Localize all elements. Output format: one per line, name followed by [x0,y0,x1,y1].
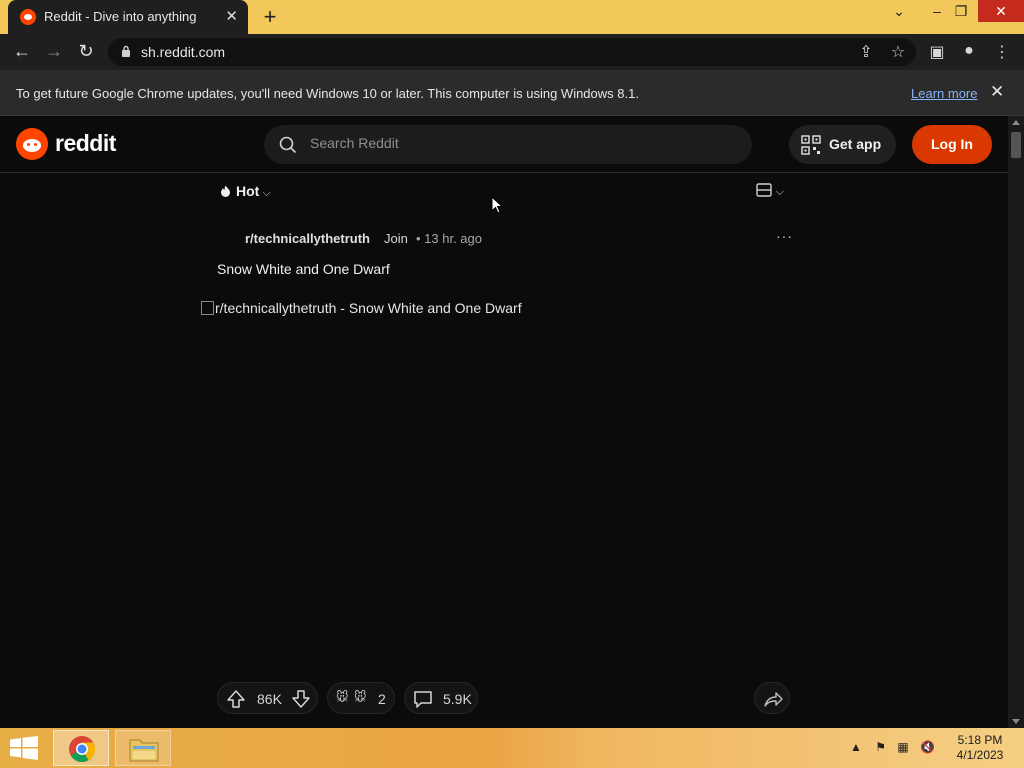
post-title[interactable]: Snow White and One Dwarf [217,261,390,277]
awards-button[interactable]: 🐭 🐭 2 [327,682,395,714]
post-image[interactable]: r/technicallythetruth - Snow White and O… [201,300,522,316]
profile-icon[interactable]: ● [958,42,980,60]
view-layout-dropdown[interactable]: ⌵ [756,183,784,199]
more-options-icon[interactable]: ··· [776,228,793,244]
scrollbar-thumb[interactable] [1011,132,1021,158]
login-button[interactable]: Log In [912,125,992,164]
update-infobar: To get future Google Chrome updates, you… [0,70,1024,116]
post-timestamp: • 13 hr. ago [416,231,482,246]
reddit-wordmark[interactable]: reddit [55,130,116,157]
get-app-button[interactable]: Get app [789,125,896,164]
upvote-count: 86K [257,691,282,707]
upvote-icon[interactable] [226,689,246,709]
taskbar-clock[interactable]: 5:18 PM 4/1/2023 [950,733,1010,763]
qr-code-icon [801,135,821,155]
vote-bar: 86K [217,682,318,714]
action-center-flag-icon[interactable]: ⚑ [875,740,886,754]
award-count: 2 [378,691,386,707]
get-app-label: Get app [829,136,882,152]
reddit-logo-icon[interactable] [16,128,48,160]
sort-label: Hot [236,183,260,199]
award-icon: 🐭 [354,690,367,704]
share-page-icon[interactable]: ⇪ [855,42,877,62]
lock-icon [122,45,130,57]
reddit-header: reddit Get app Log In [0,116,1008,173]
comment-count: 5.9K [443,691,472,707]
search-input[interactable] [310,135,730,151]
tab-close-icon[interactable]: ✕ [225,7,238,25]
new-tab-button[interactable]: + [259,4,281,30]
downvote-icon[interactable] [291,689,311,709]
bookmark-star-icon[interactable]: ☆ [887,42,909,62]
subreddit-link[interactable]: r/technicallythetruth [245,231,370,246]
comments-button[interactable]: 5.9K [404,682,478,714]
chrome-logo-icon [69,736,96,763]
clock-date: 4/1/2023 [956,748,1004,762]
learn-more-link[interactable]: Learn more [911,86,977,101]
back-arrow-icon[interactable]: ← [10,41,34,62]
search-icon [279,136,297,154]
restore-button[interactable]: ❐ [946,3,976,20]
search-bar[interactable] [264,125,752,164]
address-bar[interactable]: sh.reddit.com [108,38,916,66]
clock-time: 5:18 PM [957,733,1003,747]
broken-image-icon [201,301,214,315]
side-panel-icon[interactable]: ▣ [926,42,948,62]
share-arrow-icon [764,692,783,707]
network-icon[interactable]: ▦ [897,740,908,754]
mouse-cursor-icon [491,196,503,214]
card-layout-icon [756,183,772,197]
comment-bubble-icon [414,691,432,708]
tab-title: Reddit - Dive into anything [44,9,197,24]
award-icon: 🐭 [336,690,349,704]
volume-muted-icon[interactable]: 🔇 [920,740,935,754]
hot-flame-icon [221,185,230,197]
window-close-button[interactable]: ✕ [978,0,1024,22]
reload-icon[interactable]: ↻ [74,41,98,62]
infobar-message: To get future Google Chrome updates, you… [16,86,639,101]
taskbar-file-explorer-button[interactable] [115,730,171,766]
forward-arrow-icon[interactable]: → [42,41,66,62]
infobar-close-icon[interactable]: ✕ [990,82,1004,102]
chevron-down-icon: ⌵ [775,186,784,198]
folder-icon [129,739,159,762]
chevron-down-icon: ⌵ [262,187,271,199]
url-text: sh.reddit.com [141,44,226,60]
windows-taskbar: ▲ ⚑ ▦ 🔇 5:18 PM 4/1/2023 [0,728,1024,768]
scroll-up-icon[interactable] [1012,120,1020,125]
browser-tab[interactable]: Reddit - Dive into anything ✕ [8,0,248,34]
post-image-alt-text: r/technicallythetruth - Snow White and O… [215,300,522,316]
system-tray: ▲ ⚑ ▦ 🔇 [850,740,935,754]
page-scrollbar[interactable] [1008,116,1024,728]
share-button[interactable] [754,682,790,714]
join-button[interactable]: Join [384,231,408,246]
windows-start-icon[interactable] [10,736,38,760]
taskbar-chrome-button[interactable] [53,730,109,766]
sort-dropdown[interactable]: Hot ⌵ [220,183,271,200]
show-hidden-icons-icon[interactable]: ▲ [850,740,862,754]
tab-search-chevron-icon[interactable]: ⌄ [884,3,914,20]
scroll-down-icon[interactable] [1012,719,1020,724]
chrome-menu-icon[interactable]: ⋮ [991,42,1013,62]
reddit-favicon-icon [20,9,36,25]
